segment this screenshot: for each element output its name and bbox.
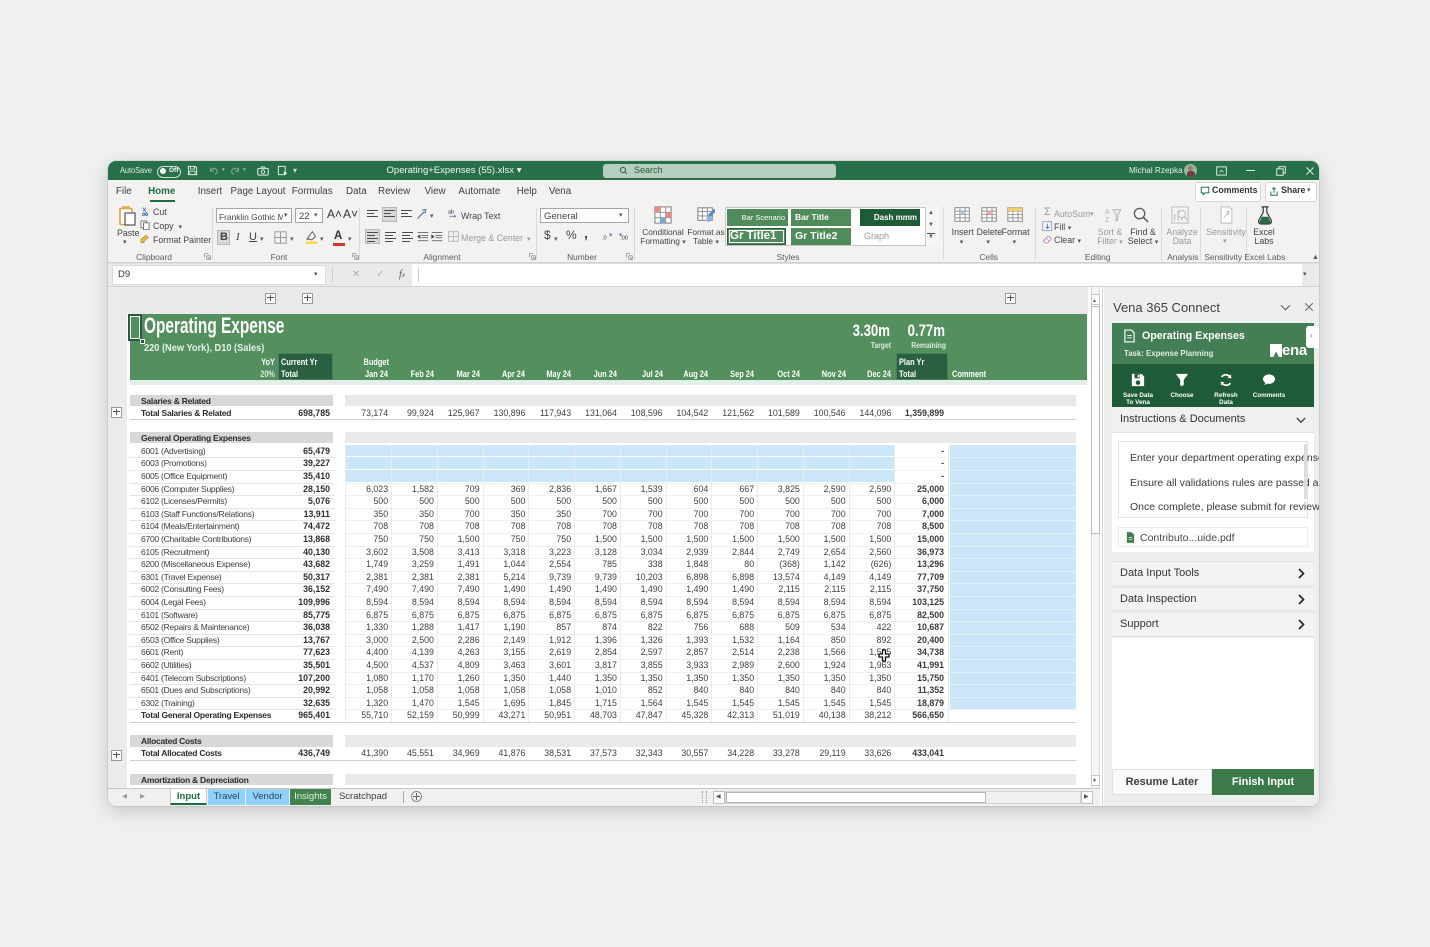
svg-text:A: A bbox=[1105, 208, 1110, 216]
svg-text:ab: ab bbox=[448, 210, 454, 216]
svg-text:.0: .0 bbox=[602, 235, 607, 241]
svg-text:Z: Z bbox=[1105, 216, 1110, 224]
